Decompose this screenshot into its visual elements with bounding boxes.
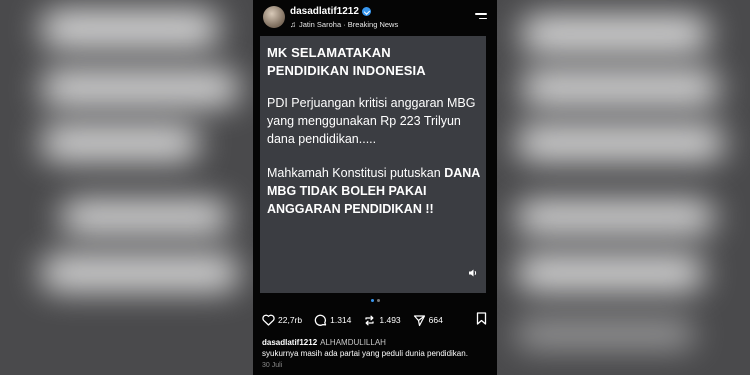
like-button[interactable]: 22,7rb <box>262 314 302 326</box>
username[interactable]: dasadlatif1212 <box>290 6 371 17</box>
repost-button[interactable]: 1.493 <box>363 314 401 327</box>
repost-icon <box>365 315 375 325</box>
shares-count: 664 <box>428 315 443 325</box>
post-container: dasadlatif1212 ♫ Jatin Saroha · Breaking… <box>253 0 497 375</box>
music-note-icon: ♫ <box>290 20 296 29</box>
post-paragraph-1: PDI Perjuangan kritisi anggaran MBG yang… <box>267 96 476 146</box>
audio-track[interactable]: ♫ Jatin Saroha · Breaking News <box>290 20 398 29</box>
post-paragraph-2: Mahkamah Konstitusi putuskan DANA MBG TI… <box>267 164 481 218</box>
reposts-count: 1.493 <box>379 315 401 325</box>
send-icon <box>413 314 425 326</box>
carousel-indicator <box>253 299 497 302</box>
carousel-dot <box>376 299 380 302</box>
post-header: dasadlatif1212 ♫ Jatin Saroha · Breaking… <box>253 0 497 36</box>
action-bar: 22,7rb 1.314 1.493 664 <box>262 312 455 328</box>
post-image-card[interactable]: MK SELAMATAKAN PENDIDIKAN INDONESIA PDI … <box>260 36 486 293</box>
caption-line-1: ALHAMDULILLAH <box>320 338 386 347</box>
carousel-dot-active <box>370 299 374 302</box>
avatar[interactable] <box>263 6 285 28</box>
heart-icon <box>262 314 275 326</box>
audio-track-label: Jatin Saroha · Breaking News <box>299 20 399 29</box>
menu-icon[interactable] <box>475 13 487 23</box>
comment-button[interactable]: 1.314 <box>314 314 351 327</box>
likes-count: 22,7rb <box>278 315 303 325</box>
post-date: 30 Juli <box>262 362 283 369</box>
username-text[interactable]: dasadlatif1212 <box>290 6 359 17</box>
caption-username[interactable]: dasadlatif1212 <box>262 338 317 347</box>
caption-line-2: syukurnya masih ada partai yang peduli d… <box>262 349 468 358</box>
share-button[interactable]: 664 <box>413 314 443 327</box>
speaker-icon[interactable] <box>468 268 478 281</box>
comment-icon <box>314 314 327 326</box>
headline-line-1: MK SELAMATAKAN <box>267 45 391 60</box>
comments-count: 1.314 <box>330 315 352 325</box>
headline-line-2: PENDIDIKAN INDONESIA <box>267 63 426 78</box>
bookmark-icon[interactable] <box>476 312 487 330</box>
verified-badge-icon <box>361 7 371 16</box>
paragraph-2-normal: Mahkamah Konstitusi putuskan <box>267 166 445 180</box>
post-caption: dasadlatif1212 ALHAMDULILLAH syukurnya ma… <box>262 337 492 359</box>
post-headline: MK SELAMATAKAN PENDIDIKAN INDONESIA <box>267 44 481 80</box>
